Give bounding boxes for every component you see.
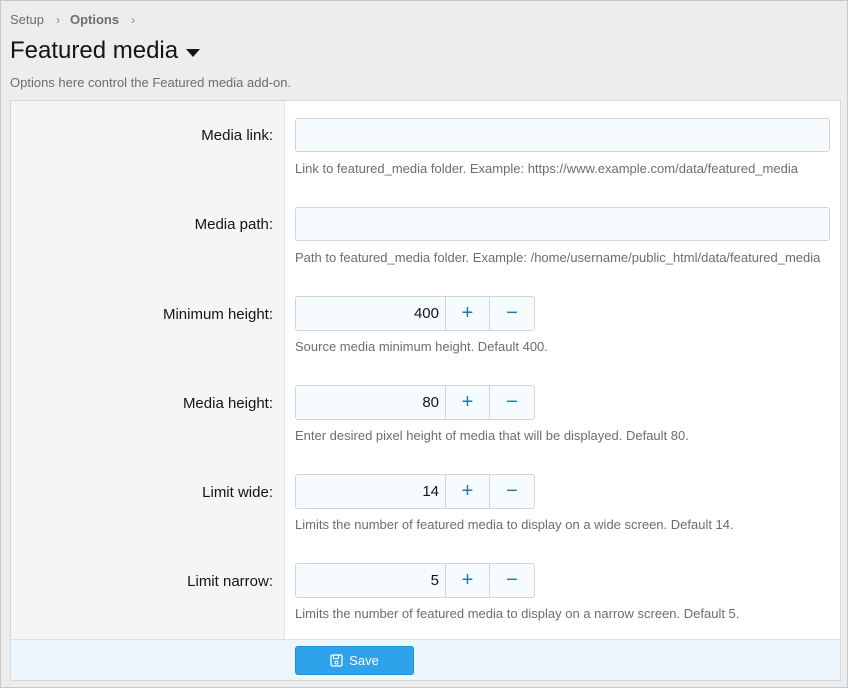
- limit-narrow-stepper: 5 + −: [295, 563, 535, 598]
- limit-narrow-hint: Limits the number of featured media to d…: [295, 606, 740, 621]
- page-title: Featured media: [10, 37, 179, 64]
- media-path-label: Media path:: [194, 216, 273, 233]
- save-button[interactable]: Save: [295, 646, 414, 675]
- limit-wide-input[interactable]: 14: [296, 475, 446, 508]
- breadcrumb-item-options[interactable]: Options: [70, 12, 119, 27]
- breadcrumb: Setup › Options ›: [10, 12, 145, 27]
- minimum-height-increment-button[interactable]: +: [446, 297, 490, 330]
- breadcrumb-item-setup[interactable]: Setup: [10, 12, 44, 27]
- media-height-input[interactable]: 80: [296, 386, 446, 419]
- minimum-height-input[interactable]: 400: [296, 297, 446, 330]
- media-height-hint: Enter desired pixel height of media that…: [295, 428, 689, 443]
- limit-narrow-increment-button[interactable]: +: [446, 564, 490, 597]
- media-link-label: Media link:: [201, 127, 273, 144]
- media-path-input[interactable]: [295, 207, 830, 241]
- media-link-input[interactable]: [295, 118, 830, 152]
- limit-wide-label: Limit wide:: [202, 484, 273, 501]
- minimum-height-hint: Source media minimum height. Default 400…: [295, 339, 548, 354]
- limit-narrow-decrement-button[interactable]: −: [490, 564, 534, 597]
- media-height-stepper: 80 + −: [295, 385, 535, 420]
- media-height-increment-button[interactable]: +: [446, 386, 490, 419]
- save-button-label: Save: [349, 653, 379, 668]
- limit-narrow-label: Limit narrow:: [187, 573, 273, 590]
- limit-wide-decrement-button[interactable]: −: [490, 475, 534, 508]
- options-form: Media link: Link to featured_media folde…: [10, 100, 841, 681]
- chevron-right-icon: ›: [55, 12, 60, 27]
- app-frame: Setup › Options › Featured media Options…: [0, 0, 848, 688]
- form-footer: Save: [11, 639, 840, 680]
- title-row: Featured media: [10, 37, 201, 65]
- limit-wide-stepper: 14 + −: [295, 474, 535, 509]
- chevron-right-icon: ›: [131, 12, 136, 27]
- limit-wide-hint: Limits the number of featured media to d…: [295, 517, 734, 532]
- minimum-height-decrement-button[interactable]: −: [490, 297, 534, 330]
- media-path-hint: Path to featured_media folder. Example: …: [295, 250, 821, 265]
- media-height-decrement-button[interactable]: −: [490, 386, 534, 419]
- limit-narrow-input[interactable]: 5: [296, 564, 446, 597]
- page-description: Options here control the Featured media …: [10, 75, 292, 90]
- media-link-hint: Link to featured_media folder. Example: …: [295, 161, 798, 176]
- caret-down-icon[interactable]: [186, 48, 201, 57]
- limit-wide-increment-button[interactable]: +: [446, 475, 490, 508]
- minimum-height-label: Minimum height:: [162, 306, 273, 323]
- minimum-height-stepper: 400 + −: [295, 296, 535, 331]
- media-height-label: Media height:: [182, 395, 273, 412]
- label-column: [11, 101, 285, 639]
- floppy-disk-icon: [330, 654, 343, 667]
